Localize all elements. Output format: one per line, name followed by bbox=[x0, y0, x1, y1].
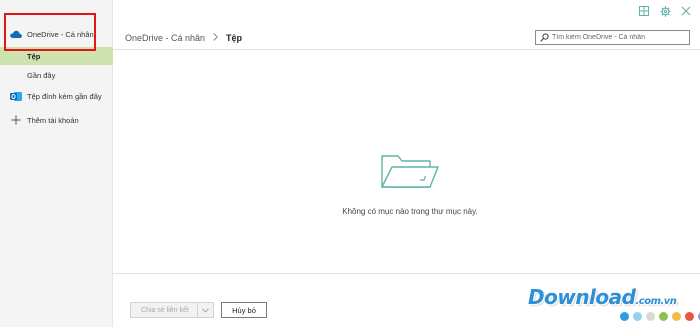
watermark-dots bbox=[620, 312, 700, 321]
cloud-icon bbox=[10, 28, 22, 40]
plus-icon bbox=[10, 114, 22, 126]
share-link-label: Chia sẻ liên kết bbox=[141, 306, 189, 314]
chevron-right-icon bbox=[213, 33, 218, 43]
breadcrumb-root[interactable]: OneDrive - Cá nhân bbox=[125, 33, 205, 43]
footer-divider bbox=[113, 273, 700, 274]
search-input[interactable] bbox=[552, 31, 689, 44]
outlook-icon bbox=[10, 90, 22, 102]
sidebar-item-label: Tệp bbox=[27, 51, 41, 61]
sidebar-item-add-account[interactable]: Thêm tài khoản bbox=[0, 111, 113, 129]
watermark-dot bbox=[633, 312, 642, 321]
watermark-dot bbox=[672, 312, 681, 321]
sidebar-account-label: OneDrive - Cá nhân bbox=[27, 29, 94, 39]
empty-state-message: Không có mục nào trong thư mục này. bbox=[342, 207, 478, 216]
search-icon bbox=[540, 33, 549, 42]
sidebar-item-recent[interactable]: Gần đây bbox=[0, 66, 113, 84]
watermark-dot bbox=[659, 312, 668, 321]
watermark-dot bbox=[620, 312, 629, 321]
watermark-dot bbox=[646, 312, 655, 321]
sidebar-item-label: Thêm tài khoản bbox=[27, 115, 79, 125]
cancel-button[interactable]: Hủy bỏ bbox=[221, 302, 267, 318]
watermark-dot bbox=[685, 312, 694, 321]
layout-grid-icon[interactable] bbox=[638, 5, 650, 17]
breadcrumb: OneDrive - Cá nhân Tệp bbox=[125, 33, 242, 43]
share-link-button[interactable]: Chia sẻ liên kết bbox=[130, 302, 214, 318]
breadcrumb-current: Tệp bbox=[226, 33, 243, 43]
sidebar: OneDrive - Cá nhân Tệp Gần đây Tệp đính … bbox=[0, 0, 113, 327]
gear-icon[interactable] bbox=[659, 5, 671, 17]
empty-folder-icon bbox=[380, 153, 440, 191]
sidebar-account-onedrive[interactable]: OneDrive - Cá nhân bbox=[0, 24, 113, 44]
watermark-logo: Download.com.vn bbox=[528, 285, 677, 309]
window-controls bbox=[638, 5, 692, 17]
header-divider bbox=[113, 49, 700, 50]
sidebar-item-label: Tệp đính kèm gần đây bbox=[27, 91, 102, 101]
sidebar-item-files[interactable]: Tệp bbox=[0, 47, 113, 65]
sidebar-item-recent-attachments[interactable]: Tệp đính kèm gần đây bbox=[0, 87, 113, 105]
attach-file-dialog: OneDrive - Cá nhân Tệp Gần đây Tệp đính … bbox=[0, 0, 700, 327]
watermark-domain: .com.vn bbox=[635, 296, 677, 307]
chevron-down-icon[interactable] bbox=[197, 303, 213, 317]
watermark-text: Download bbox=[528, 285, 636, 309]
close-icon[interactable] bbox=[680, 5, 692, 17]
sidebar-item-label: Gần đây bbox=[27, 70, 56, 80]
download-watermark: Download.com.vn bbox=[528, 283, 700, 327]
search-box[interactable] bbox=[535, 30, 690, 45]
